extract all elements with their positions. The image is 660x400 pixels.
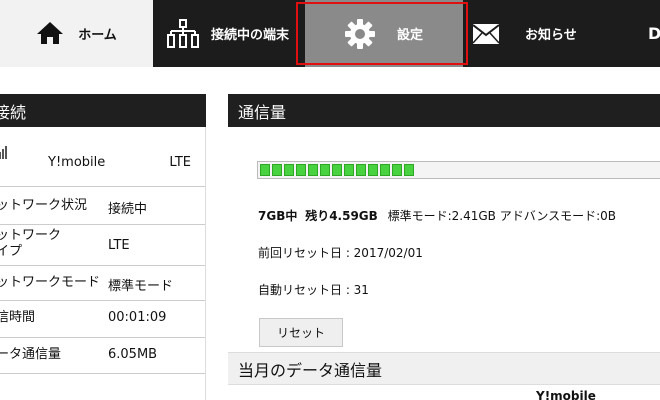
connection-panel-header: 接続 <box>0 94 206 127</box>
usage-progress-segment <box>404 164 414 176</box>
info-row: ットワークモード 標準モード <box>0 266 205 301</box>
envelope-icon <box>473 23 499 44</box>
page: ホーム 接続中の端末 設定 お知らせ D 接続 Y!mobile LTE ットワ… <box>0 0 660 400</box>
usage-progress-segment <box>272 164 282 176</box>
info-label: ットワーク状況 <box>0 198 88 213</box>
monthly-usage-header: 当月のデータ通信量 <box>228 352 660 385</box>
usage-progress-bar <box>257 161 660 179</box>
top-nav: ホーム 接続中の端末 設定 お知らせ D <box>0 0 660 67</box>
data-usage-panel-header: 通信量 <box>228 94 660 127</box>
data-usage-panel: 通信量 7GB中 残り4.59GB 標準モード:2.41GB アドバンスモード:… <box>228 94 660 400</box>
reset-button[interactable]: リセット <box>259 318 343 347</box>
tab-connected-devices[interactable]: 接続中の端末 <box>155 0 300 67</box>
usage-progress-segment <box>308 164 318 176</box>
info-row: ットワーク状況 接続中 <box>0 187 205 225</box>
info-label: ットワーク イプ <box>0 228 62 259</box>
usage-progress-segment <box>368 164 378 176</box>
monthly-usage-column-label: Y!mobile <box>536 389 596 400</box>
usage-remaining: 残り4.59GB <box>305 209 378 223</box>
network-type: LTE <box>169 155 191 170</box>
carrier-name: Y!mobile <box>48 155 106 170</box>
info-row: ットワーク イプ LTE <box>0 225 205 266</box>
info-row: 信時間 00:01:09 <box>0 301 205 338</box>
last-reset-date: 前回リセット日 : 2017/02/01 <box>258 246 423 260</box>
info-label: ータ通信量 <box>0 347 62 362</box>
usage-detail: 標準モード:2.41GB アドバンスモード:0B <box>387 209 617 223</box>
usage-progress-segment <box>356 164 366 176</box>
signal-strength-icon <box>0 145 8 163</box>
usage-progress-segment <box>380 164 390 176</box>
tab-settings-label: 設定 <box>396 28 423 43</box>
tab-more-label: D <box>648 24 660 43</box>
tab-news[interactable]: お知らせ <box>465 0 615 67</box>
monthly-usage-title: 当月のデータ通信量 <box>238 360 383 380</box>
home-icon <box>36 21 64 45</box>
gear-icon <box>344 18 375 49</box>
usage-progress-segment <box>332 164 342 176</box>
usage-progress-segment <box>284 164 294 176</box>
connected-devices-icon <box>167 18 199 49</box>
info-value: 00:01:09 <box>108 310 167 325</box>
usage-progress-segment <box>344 164 354 176</box>
tab-home[interactable]: ホーム <box>0 0 153 67</box>
info-label: ットワークモード <box>0 275 101 290</box>
data-usage-panel-title: 通信量 <box>238 102 287 122</box>
tab-connected-devices-label: 接続中の端末 <box>211 28 290 43</box>
info-value: 6.05MB <box>108 347 158 362</box>
connection-panel: 接続 Y!mobile LTE ットワーク状況 接続中 ットワーク イプ LTE <box>0 94 206 400</box>
usage-progress-segment <box>320 164 330 176</box>
usage-total: 7GB中 <box>258 209 298 223</box>
usage-summary: 7GB中 残り4.59GB 標準モード:2.41GB アドバンスモード:0B <box>258 207 616 224</box>
info-value: 標準モード <box>108 279 174 294</box>
info-label: 信時間 <box>0 310 36 325</box>
auto-reset-date: 自動リセット日 : 31 <box>258 283 369 297</box>
usage-progress-segment <box>392 164 402 176</box>
connection-panel-title: 接続 <box>0 102 27 122</box>
tab-home-label: ホーム <box>78 27 117 43</box>
usage-progress-segment <box>296 164 306 176</box>
info-value: LTE <box>108 238 130 253</box>
tab-settings[interactable]: 設定 <box>305 0 463 67</box>
tab-more[interactable]: D <box>618 0 660 67</box>
carrier-row: Y!mobile LTE <box>0 127 205 187</box>
info-value: 接続中 <box>108 202 148 217</box>
tab-news-label: お知らせ <box>525 28 577 43</box>
usage-progress-segment <box>260 164 270 176</box>
info-row: ータ通信量 6.05MB <box>0 338 205 374</box>
